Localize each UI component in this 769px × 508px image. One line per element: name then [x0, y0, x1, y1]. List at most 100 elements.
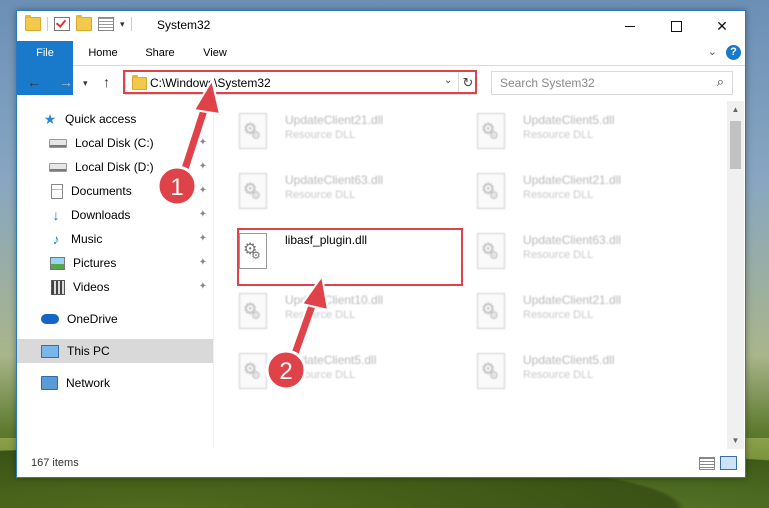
file-item[interactable]: UpdateClient21.dll Resource DLL [453, 285, 683, 339]
computer-icon [41, 344, 59, 358]
scroll-down-icon[interactable]: ▼ [727, 432, 744, 449]
file-item[interactable]: UpdateClient5.dll Resource DLL [215, 345, 445, 399]
sidebar-item-pictures[interactable]: Pictures ✦ [17, 251, 213, 275]
status-bar: 167 items [17, 451, 745, 475]
file-type: Resource DLL [285, 369, 356, 381]
toolbar-separator [130, 17, 132, 31]
file-type: Resource DLL [523, 249, 594, 261]
sidebar-item-local-disk-c[interactable]: Local Disk (C:) ✦ [17, 131, 213, 155]
file-name: UpdateClient5.dll [523, 113, 615, 127]
file-item[interactable]: UpdateClient5.dll Resource DLL [453, 105, 683, 159]
properties-check-icon[interactable] [54, 17, 70, 31]
details-view-icon[interactable] [699, 457, 715, 470]
pin-icon[interactable]: ✦ [199, 209, 207, 220]
file-item[interactable]: UpdateClient21.dll Resource DLL [453, 165, 683, 219]
large-icons-view-icon[interactable] [720, 456, 737, 470]
minimize-icon [625, 25, 635, 27]
file-name: UpdateClient63.dll [523, 233, 622, 247]
file-type: Resource DLL [285, 309, 356, 321]
file-name: UpdateClient5.dll [523, 353, 615, 367]
sidebar-item-label: This PC [67, 344, 110, 358]
pane-divider[interactable] [213, 101, 214, 447]
sidebar-item-local-disk-d[interactable]: Local Disk (D:) ✦ [17, 155, 213, 179]
recent-locations-button[interactable]: ▾ [83, 78, 88, 89]
tab-share[interactable]: Share [135, 41, 185, 65]
up-button[interactable]: ↑ [103, 74, 110, 90]
help-icon[interactable]: ? [726, 45, 741, 60]
music-icon: ♪ [52, 231, 60, 247]
folder-icon [25, 15, 41, 31]
scroll-up-icon[interactable]: ▲ [727, 101, 744, 118]
window-controls: ✕ [607, 11, 745, 41]
file-type: Resource DLL [523, 369, 594, 381]
pictures-icon [50, 256, 65, 270]
forward-button[interactable]: → [59, 74, 73, 90]
sidebar-item-label: Local Disk (D:) [75, 160, 154, 174]
file-name: UpdateClient10.dll [285, 293, 384, 307]
sidebar-item-onedrive[interactable]: OneDrive [17, 307, 213, 331]
dll-file-icon [239, 353, 267, 389]
tab-home[interactable]: Home [79, 41, 127, 65]
file-item[interactable]: UpdateClient5.dll Resource DLL [453, 345, 683, 399]
sidebar-item-music[interactable]: ♪ Music ✦ [17, 227, 213, 251]
maximize-button[interactable] [653, 11, 699, 41]
pin-icon[interactable]: ✦ [199, 233, 207, 244]
pin-icon[interactable]: ✦ [199, 257, 207, 268]
expand-ribbon-icon[interactable]: ⌄ [708, 45, 717, 58]
ribbon-tabs: File Home Share View ⌄ ? [17, 41, 745, 95]
sidebar-item-label: Documents [71, 184, 132, 198]
close-button[interactable]: ✕ [699, 11, 745, 41]
dll-file-icon [239, 113, 267, 149]
title-bar: ▾ System32 ✕ [17, 11, 745, 41]
dll-file-icon [477, 353, 505, 389]
sidebar-item-downloads[interactable]: ↓ Downloads ✦ [17, 203, 213, 227]
tab-view[interactable]: View [193, 41, 237, 65]
sidebar-item-this-pc[interactable]: This PC [17, 339, 213, 363]
file-item[interactable]: UpdateClient63.dll Resource DLL [215, 165, 445, 219]
pin-icon[interactable]: ✦ [199, 137, 207, 148]
file-type: Resource DLL [285, 189, 356, 201]
pin-icon[interactable]: ✦ [199, 281, 207, 292]
sidebar-item-quick-access[interactable]: ★ Quick access [17, 107, 213, 131]
maximize-icon [670, 20, 682, 32]
sidebar-item-label: Quick access [65, 112, 137, 126]
search-input[interactable]: Search System32 [500, 76, 595, 90]
pin-icon[interactable]: ✦ [199, 185, 207, 196]
navigation-pane: ★ Quick access Local Disk (C:) ✦ Local D… [17, 101, 213, 449]
file-type: Resource DLL [523, 189, 594, 201]
new-folder-icon[interactable] [76, 15, 92, 31]
file-name: UpdateClient21.dll [285, 113, 384, 127]
sidebar-item-label: Music [71, 232, 103, 246]
back-button[interactable]: ← [27, 74, 41, 90]
sidebar-item-label: Videos [73, 280, 110, 294]
file-item[interactable]: UpdateClient63.dll Resource DLL [453, 225, 683, 279]
qat-dropdown-icon[interactable]: ▾ [120, 19, 125, 30]
sidebar-item-label: Downloads [71, 208, 131, 222]
dll-file-icon [477, 173, 505, 209]
dll-file-icon [239, 173, 267, 209]
customize-icon[interactable] [98, 17, 114, 31]
search-box[interactable]: Search System32 ⌕ [491, 71, 733, 95]
pin-icon[interactable]: ✦ [199, 161, 207, 172]
toolbar-separator [47, 17, 48, 31]
sidebar-item-label: Pictures [73, 256, 117, 270]
sidebar-item-documents[interactable]: Documents ✦ [17, 179, 213, 203]
file-name: UpdateClient21.dll [523, 293, 622, 307]
videos-icon [51, 279, 65, 295]
file-item[interactable]: UpdateClient10.dll Resource DLL [215, 285, 445, 339]
sidebar-item-videos[interactable]: Videos ✦ [17, 275, 213, 299]
search-icon[interactable]: ⌕ [717, 74, 724, 90]
explorer-window: ▾ System32 ✕ File Home Share View ⌄ ? ← … [16, 10, 746, 478]
file-name: UpdateClient21.dll [523, 173, 622, 187]
minimize-button[interactable] [607, 11, 653, 41]
scrollbar-thumb[interactable] [730, 121, 741, 169]
drive-icon [49, 138, 67, 148]
vertical-scrollbar[interactable]: ▲ ▼ [727, 101, 744, 449]
cloud-icon [41, 314, 59, 324]
sidebar-item-network[interactable]: Network [17, 371, 213, 395]
file-highlight-box [237, 228, 463, 286]
document-icon [51, 183, 63, 199]
file-item[interactable]: UpdateClient21.dll Resource DLL [215, 105, 445, 159]
window-title: System32 [157, 18, 211, 32]
download-icon: ↓ [52, 207, 60, 223]
